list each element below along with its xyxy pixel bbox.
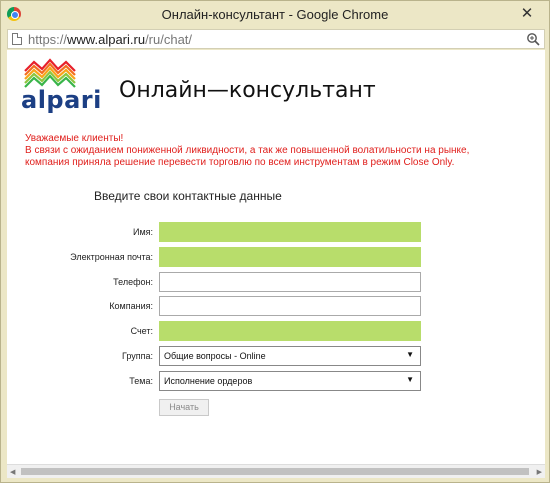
dropdown-arrow-icon: ▼ (406, 350, 414, 359)
notice-line: компания приняла решение перевести торго… (25, 157, 455, 168)
name-label: Имя: (132, 227, 153, 237)
account-label: Счет: (130, 326, 153, 336)
notice-message: Уважаемые клиенты! В связи с ожиданием п… (25, 133, 530, 169)
title-bar: Онлайн-консультант - Google Chrome ✕ (1, 1, 549, 29)
logo-text: alpari (21, 86, 102, 114)
window-title: Онлайн-консультант - Google Chrome (161, 7, 389, 22)
group-select-value: Общие вопросы - Online (164, 351, 266, 361)
group-label: Группа: (121, 351, 153, 361)
group-select[interactable]: Общие вопросы - Online ▼ (159, 346, 421, 366)
scrollbar-thumb[interactable] (21, 468, 529, 475)
topic-select-value: Исполнение ордеров (164, 376, 253, 386)
page-icon (12, 33, 22, 45)
zoom-icon[interactable] (526, 32, 540, 46)
notice-line: Уважаемые клиенты! (25, 133, 124, 144)
scroll-right-icon[interactable]: ▶ (537, 468, 542, 476)
name-field[interactable] (159, 222, 421, 242)
url-text[interactable]: https://www.alpari.ru/ru/chat/ (28, 32, 192, 47)
url-domain: www.alpari.ru (67, 32, 146, 47)
browser-window: Онлайн-консультант - Google Chrome ✕ htt… (0, 0, 550, 483)
page-title: Онлайн—консультант (119, 78, 376, 103)
company-field[interactable] (159, 296, 421, 316)
phone-field[interactable] (159, 272, 421, 292)
company-label: Компания: (109, 301, 153, 311)
address-bar[interactable]: https://www.alpari.ru/ru/chat/ (7, 29, 545, 49)
phone-label: Телефон: (113, 277, 153, 287)
url-path: /ru/chat/ (145, 32, 193, 47)
start-button[interactable]: Начать (159, 399, 209, 416)
topic-select[interactable]: Исполнение ордеров ▼ (159, 371, 421, 391)
topic-label: Тема: (129, 376, 153, 386)
email-field[interactable] (159, 247, 421, 267)
dropdown-arrow-icon: ▼ (406, 375, 414, 384)
form-title: Введите свои контактные данные (94, 189, 282, 203)
page-content: alpari Онлайн—консультант Уважаемые клие… (7, 50, 545, 464)
close-button[interactable]: ✕ (511, 5, 543, 23)
email-label: Электронная почта: (70, 252, 153, 262)
horizontal-scrollbar[interactable]: ◀ ▶ (7, 464, 545, 478)
scroll-left-icon[interactable]: ◀ (10, 468, 15, 476)
account-field[interactable] (159, 321, 421, 341)
notice-line: В связи с ожиданием пониженной ликвиднос… (25, 145, 470, 156)
url-prefix: https:// (28, 32, 68, 47)
alpari-logo-icon (24, 58, 76, 88)
